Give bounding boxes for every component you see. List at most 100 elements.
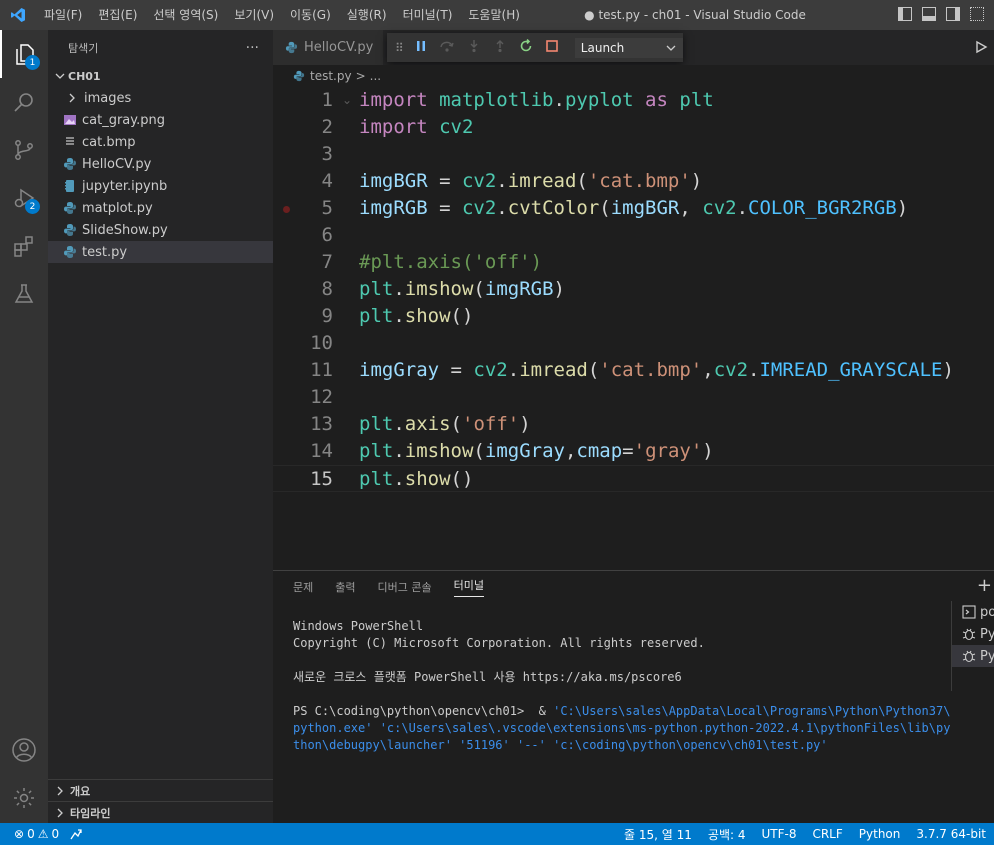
- language-mode[interactable]: Python: [851, 827, 909, 841]
- code-line[interactable]: 11 imgGray = cv2.imread('cat.bmp',cv2.IMR…: [273, 357, 994, 384]
- code-line[interactable]: ⌄ 1 import matplotlib.pyplot as plt: [273, 87, 994, 114]
- tab-debug-console[interactable]: 디버그 콘솔: [378, 579, 432, 595]
- code-line[interactable]: 4 imgBGR = cv2.imread('cat.bmp'): [273, 168, 994, 195]
- code-line[interactable]: 14 plt.imshow(imgGray,cmap='gray'): [273, 438, 994, 465]
- tree-item-label: jupyter.ipynb: [82, 178, 168, 194]
- code-line[interactable]: 9 plt.show(): [273, 303, 994, 330]
- toggle-panel-icon[interactable]: [922, 7, 936, 21]
- code-line[interactable]: 8 plt.imshow(imgRGB): [273, 276, 994, 303]
- line-number: 8: [321, 278, 333, 300]
- warning-count: 0: [51, 827, 60, 841]
- step-into-icon[interactable]: [467, 39, 481, 57]
- breadcrumb-symbols[interactable]: ...: [370, 69, 381, 83]
- line-ending[interactable]: CRLF: [804, 827, 850, 841]
- breadcrumb-file[interactable]: test.py: [310, 69, 352, 83]
- tree-item-slideshow[interactable]: SlideShow.py: [48, 219, 273, 241]
- run-file-icon[interactable]: [974, 40, 988, 58]
- code-editor[interactable]: ⌄ 1 import matplotlib.pyplot as plt 2 import…: [273, 87, 994, 570]
- cursor-position[interactable]: 줄 15, 열 11: [616, 826, 700, 843]
- stop-icon[interactable]: [545, 39, 559, 57]
- menu-view[interactable]: 보기(V): [226, 0, 282, 30]
- tab-output[interactable]: 출력: [335, 579, 355, 595]
- terminal-line: Copyright (C) Microsoft Corporation. All…: [293, 636, 705, 650]
- code-line[interactable]: 2 import cv2: [273, 114, 994, 141]
- tab-terminal[interactable]: 터미널: [453, 577, 484, 597]
- notebook-icon: [62, 178, 78, 194]
- code-line[interactable]: 7 #plt.axis('off'): [273, 249, 994, 276]
- terminal-command: thon\debugpy\launcher' '51196' '--' 'c:\…: [293, 738, 828, 752]
- file-icon: [62, 134, 78, 150]
- customize-layout-icon[interactable]: [970, 7, 984, 21]
- restart-icon[interactable]: [519, 38, 533, 57]
- more-actions-icon[interactable]: ···: [246, 40, 259, 56]
- tree-item-matplot[interactable]: matplot.py: [48, 197, 273, 219]
- breadcrumb-separator: >: [355, 69, 366, 83]
- line-number: 11: [310, 359, 333, 381]
- line-number: 7: [321, 251, 333, 273]
- terminal-list-item[interactable]: Py: [952, 623, 994, 645]
- fold-chevron-icon[interactable]: ⌄: [342, 87, 352, 114]
- tree-item-jupyter[interactable]: jupyter.ipynb: [48, 175, 273, 197]
- workspace-folder[interactable]: CH01: [48, 65, 273, 87]
- explorer-title: 탐색기: [68, 41, 99, 55]
- warning-icon: ⚠: [37, 827, 49, 841]
- indentation[interactable]: 공백: 4: [700, 826, 754, 843]
- tree-item-cat-gray[interactable]: cat_gray.png: [48, 109, 273, 131]
- problems-status[interactable]: ⊗ 0 ⚠ 0: [14, 827, 59, 841]
- testing-icon[interactable]: [0, 270, 48, 318]
- step-over-icon[interactable]: [439, 39, 455, 57]
- menu-terminal[interactable]: 터미널(T): [395, 0, 461, 30]
- code-line[interactable]: 5 imgRGB = cv2.cvtColor(imgBGR, cv2.COLOR…: [273, 195, 994, 222]
- menu-run[interactable]: 실행(R): [339, 0, 395, 30]
- outline-label: 개요: [70, 784, 91, 798]
- tab-problems[interactable]: 문제: [293, 579, 313, 595]
- window-title: ● test.py - ch01 - Visual Studio Code: [584, 8, 806, 22]
- python-interpreter[interactable]: 3.7.7 64-bit: [908, 827, 994, 841]
- pause-icon[interactable]: [415, 39, 427, 57]
- tab-hellocv[interactable]: HelloCV.py: [273, 30, 383, 65]
- outline-section[interactable]: 개요: [48, 779, 273, 801]
- menu-file[interactable]: 파일(F): [36, 0, 90, 30]
- timeline-section[interactable]: 타임라인: [48, 801, 273, 823]
- encoding[interactable]: UTF-8: [753, 827, 804, 841]
- code-line[interactable]: 3: [273, 141, 994, 168]
- code-text: imgRGB = cv2.cvtColor(imgBGR, cv2.COLOR_…: [359, 197, 909, 219]
- terminal-list-item[interactable]: Py: [952, 645, 994, 667]
- run-debug-icon[interactable]: 2: [0, 174, 48, 222]
- menu-go[interactable]: 이동(G): [282, 0, 339, 30]
- explorer-icon[interactable]: 1: [0, 30, 48, 78]
- chevron-down-icon: [666, 45, 676, 51]
- live-share-icon[interactable]: [69, 827, 83, 841]
- account-icon[interactable]: [0, 726, 48, 774]
- search-icon[interactable]: [0, 78, 48, 126]
- tree-item-hellocv[interactable]: HelloCV.py: [48, 153, 273, 175]
- drag-handle-icon[interactable]: ⠿: [395, 41, 404, 55]
- source-control-icon[interactable]: [0, 126, 48, 174]
- debug-config-select[interactable]: Launch: [574, 37, 683, 58]
- tree-item-label: matplot.py: [82, 200, 153, 216]
- tree-item-label: cat.bmp: [82, 134, 136, 150]
- tree-item-cat-bmp[interactable]: cat.bmp: [48, 131, 273, 153]
- tree-item-test[interactable]: test.py: [48, 241, 273, 263]
- new-terminal-icon[interactable]: +: [977, 575, 992, 596]
- menu-edit[interactable]: 편집(E): [90, 0, 145, 30]
- code-line[interactable]: 13 plt.axis('off'): [273, 411, 994, 438]
- code-text: import cv2: [359, 116, 474, 138]
- tree-item-label: test.py: [82, 244, 128, 260]
- tree-item-images[interactable]: images: [48, 87, 273, 109]
- settings-gear-icon[interactable]: [0, 774, 48, 822]
- terminal-command: 'C:\Users\sales\AppData\Local\Programs\P…: [553, 704, 951, 718]
- code-line[interactable]: 12: [273, 384, 994, 411]
- toggle-sidebar-icon[interactable]: [898, 7, 912, 21]
- terminal-list-item[interactable]: pow: [952, 601, 994, 623]
- code-line[interactable]: 10: [273, 330, 994, 357]
- line-number: 1: [321, 89, 333, 111]
- toggle-secondary-sidebar-icon[interactable]: [946, 7, 960, 21]
- code-line[interactable]: 6: [273, 222, 994, 249]
- step-out-icon[interactable]: [493, 39, 507, 57]
- terminal-output[interactable]: Windows PowerShell Copyright (C) Microsof…: [293, 618, 950, 754]
- menu-help[interactable]: 도움말(H): [460, 0, 528, 30]
- menu-selection[interactable]: 선택 영역(S): [145, 0, 226, 30]
- code-line[interactable]: 15 plt.show(): [273, 465, 994, 492]
- extensions-icon[interactable]: [0, 222, 48, 270]
